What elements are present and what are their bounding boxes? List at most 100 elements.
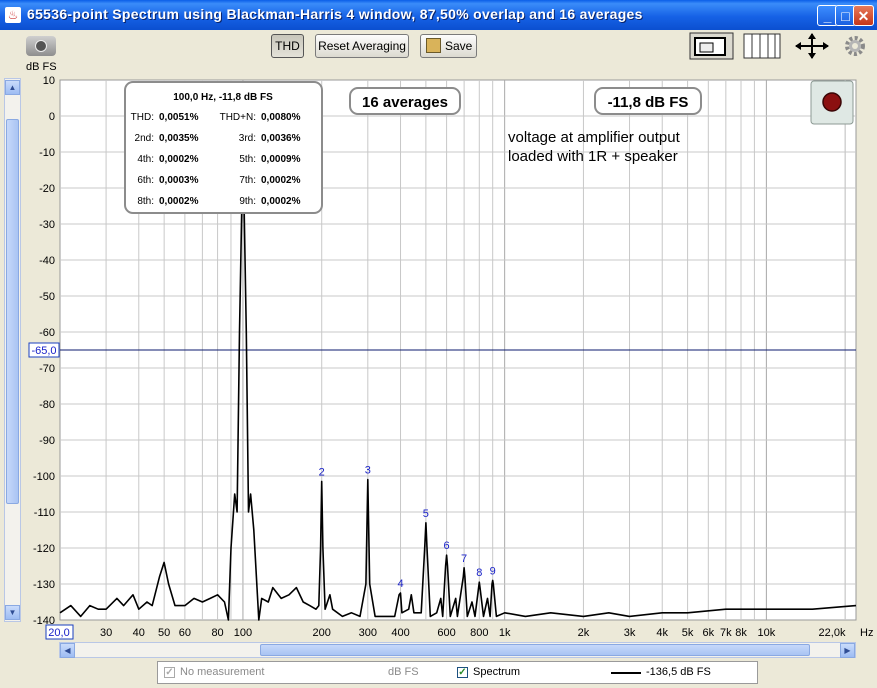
x-tick-label: 2k: [578, 627, 590, 639]
y-tick-label: -30: [39, 219, 55, 231]
cursor-label: -65,0: [31, 345, 56, 357]
thd-row-label: 9th:: [239, 196, 256, 207]
thd-row-value: 0,0051%: [159, 112, 199, 123]
save-icon: [426, 38, 441, 53]
x-tick-label: 300: [359, 627, 377, 639]
y-tick-label: -110: [34, 507, 55, 519]
y-tick-label: -120: [33, 543, 55, 555]
x-tick-label: 40: [133, 627, 145, 639]
scroll-right-arrow[interactable]: ▶: [840, 643, 855, 658]
thd-row-label: 8th:: [137, 196, 154, 207]
save-button[interactable]: Save: [420, 34, 477, 58]
thd-row-label: 2nd:: [135, 133, 154, 144]
thd-button[interactable]: THD: [271, 34, 304, 58]
harmonic-label: 8: [476, 567, 482, 579]
y-tick-label: 0: [49, 111, 55, 123]
scroll-left-arrow[interactable]: ◀: [60, 643, 75, 658]
x-tick-label: 100: [234, 627, 252, 639]
x-tick-label: 50: [158, 627, 170, 639]
y-tick-label: -40: [39, 255, 55, 267]
no-measurement-checkbox[interactable]: ✓: [164, 667, 175, 678]
window-title: 65536-point Spectrum using Blackman-Harr…: [27, 6, 643, 22]
x-tick-label: 7k: [720, 627, 732, 639]
x-tick-label: 200: [313, 627, 331, 639]
thd-row-label: 4th:: [137, 154, 154, 165]
x-tick-label: 400: [391, 627, 409, 639]
record-icon[interactable]: [822, 92, 842, 112]
spectrum-label: Spectrum: [473, 666, 521, 678]
spectrum-value: -136,5 dB FS: [646, 666, 711, 678]
thd-row-value: 0,0036%: [261, 133, 301, 144]
thd-row-label: 7th:: [239, 175, 256, 186]
y-tick-label: -50: [39, 291, 55, 303]
thd-row-value: 0,0002%: [159, 196, 199, 207]
y-tick-label: -130: [33, 579, 55, 591]
harmonic-label: 5: [423, 508, 429, 520]
thd-row-value: 0,0009%: [261, 154, 301, 165]
y-tick-label: -10: [39, 147, 55, 159]
y-tick-label: -90: [39, 435, 55, 447]
spectrum-plot[interactable]: 100-10-20-30-40-50-60-70-80-90-100-110-1…: [0, 70, 877, 642]
harmonic-label: 9: [490, 565, 496, 577]
x-start-label: 20,0: [48, 627, 69, 639]
annotation-text: loaded with 1R + speaker: [508, 148, 678, 165]
thd-row-label: 6th:: [137, 175, 154, 186]
camera-icon[interactable]: [26, 36, 56, 56]
x-tick-label: 6k: [703, 627, 715, 639]
thd-row-value: 0,0002%: [159, 154, 199, 165]
app-icon: ♨: [5, 7, 21, 23]
y-tick-label: -80: [39, 399, 55, 411]
columns-layout-icon[interactable]: [742, 32, 782, 60]
single-panel-layout-icon[interactable]: [689, 32, 734, 60]
thd-row-value: 0,0035%: [159, 133, 199, 144]
save-label: Save: [445, 39, 473, 53]
x-tick-label: 4k: [656, 627, 668, 639]
legend-unit: dB FS: [388, 666, 419, 678]
close-button[interactable]: ✕: [853, 5, 874, 26]
harmonic-label: 6: [444, 540, 450, 552]
title-bar[interactable]: ♨ 65536-point Spectrum using Blackman-Ha…: [0, 0, 877, 30]
thd-row-label: 3rd:: [239, 133, 256, 144]
y-tick-label: -20: [39, 183, 55, 195]
thd-row-value: 0,0002%: [261, 196, 301, 207]
thd-row-label: THD:: [131, 112, 154, 123]
horizontal-scroll-thumb[interactable]: [260, 644, 810, 656]
horizontal-scrollbar[interactable]: ◀ ▶: [59, 642, 856, 658]
x-tick-label: 10k: [758, 627, 776, 639]
reset-averaging-button[interactable]: Reset Averaging: [315, 34, 409, 58]
legend-bar: ✓ No measurement dB FS ✓ Spectrum -136,5…: [157, 661, 758, 684]
thd-panel-header: 100,0 Hz, -11,8 dB FS: [173, 92, 273, 103]
x-tick-label: 3k: [624, 627, 636, 639]
y-tick-label: -60: [39, 327, 55, 339]
no-measurement-label: No measurement: [180, 666, 265, 678]
spectrum-checkbox[interactable]: ✓: [457, 667, 468, 678]
x-end-label: 22,0k: [819, 627, 846, 639]
y-tick-label: -100: [33, 471, 55, 483]
x-tick-label: 80: [211, 627, 223, 639]
x-tick-label: 30: [100, 627, 112, 639]
thd-row-label: 5th:: [239, 154, 256, 165]
gear-icon[interactable]: [843, 34, 867, 58]
level-label: -11,8 dB FS: [608, 94, 689, 111]
harmonic-label: 2: [319, 466, 325, 478]
x-tick-label: 800: [470, 627, 488, 639]
annotation-text: voltage at amplifier output: [508, 129, 681, 146]
x-tick-label: 5k: [682, 627, 694, 639]
x-tick-label: 600: [437, 627, 455, 639]
harmonic-label: 4: [397, 578, 403, 590]
spectrum-line-swatch: [611, 672, 641, 674]
thd-row-value: 0,0080%: [261, 112, 301, 123]
x-tick-label: 1k: [499, 627, 511, 639]
x-tick-label: 8k: [735, 627, 747, 639]
averages-label: 16 averages: [362, 94, 448, 111]
thd-row-value: 0,0002%: [261, 175, 301, 186]
thd-row-value: 0,0003%: [159, 175, 199, 186]
y-tick-label: -70: [39, 363, 55, 375]
y-tick-label: 10: [43, 75, 55, 87]
x-unit-label: Hz: [860, 627, 873, 639]
x-tick-label: 60: [179, 627, 191, 639]
harmonic-label: 7: [461, 553, 467, 565]
thd-row-label: THD+N:: [220, 112, 256, 123]
fit-arrows-icon[interactable]: [793, 32, 831, 60]
harmonic-label: 3: [365, 465, 371, 477]
